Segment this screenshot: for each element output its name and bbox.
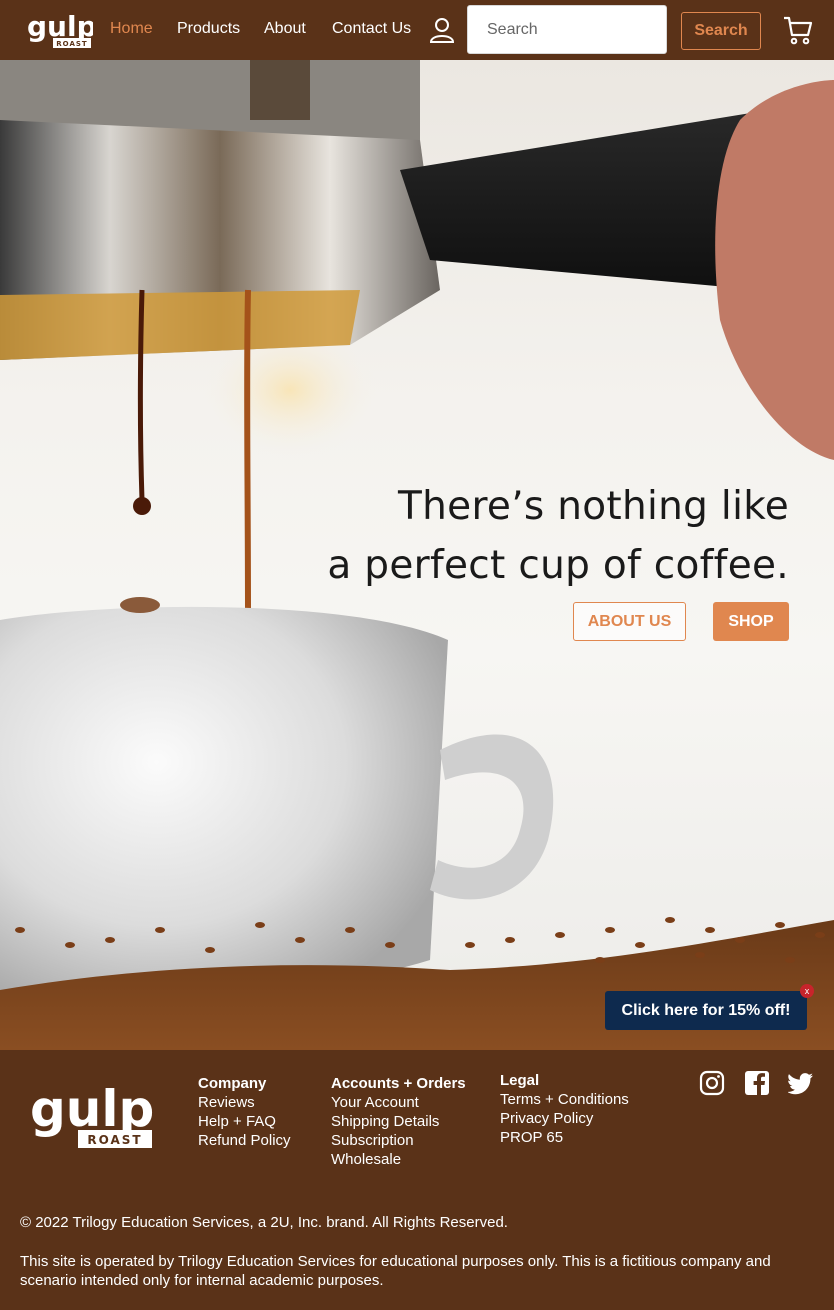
disclaimer-text: This site is operated by Trilogy Educati… [20, 1253, 771, 1289]
footer-logo-text: gulp [30, 1080, 154, 1138]
footer-link-shipping-details[interactable]: Shipping Details [331, 1112, 466, 1131]
shop-button[interactable]: SHOP [713, 602, 789, 641]
nav-link-products[interactable]: Products [177, 20, 240, 38]
site-footer: gulp ROAST Company Reviews Help + FAQ Re… [0, 1050, 834, 1310]
hero-section: There’s nothing like a perfect cup of co… [0, 60, 834, 1050]
footer-company-column: Company Reviews Help + FAQ Refund Policy [198, 1074, 291, 1150]
hero-headline-line2: a perfect cup of coffee. [327, 543, 789, 588]
footer-link-terms[interactable]: Terms + Conditions [500, 1090, 629, 1109]
nav-link-home[interactable]: Home [110, 20, 153, 38]
footer-link-help-faq[interactable]: Help + FAQ [198, 1112, 291, 1131]
footer-link-your-account[interactable]: Your Account [331, 1093, 466, 1112]
cart-icon[interactable] [782, 14, 814, 46]
about-us-button[interactable]: ABOUT US [573, 602, 686, 641]
hero-headline-line1: There’s nothing like [398, 484, 789, 529]
facebook-icon[interactable] [744, 1070, 770, 1096]
footer-legal-column: Legal Terms + Conditions Privacy Policy … [500, 1071, 629, 1147]
footer-link-reviews[interactable]: Reviews [198, 1093, 291, 1112]
instagram-icon[interactable] [699, 1070, 725, 1096]
user-icon[interactable] [430, 17, 454, 43]
footer-link-privacy-policy[interactable]: Privacy Policy [500, 1109, 629, 1128]
footer-link-refund-policy[interactable]: Refund Policy [198, 1131, 291, 1150]
copyright-text: © 2022 Trilogy Education Services, a 2U,… [20, 1214, 508, 1231]
footer-accounts-column: Accounts + Orders Your Account Shipping … [331, 1074, 466, 1169]
logo-subtext: ROAST [56, 40, 87, 48]
footer-legal-heading: Legal [500, 1072, 540, 1089]
footer-link-wholesale[interactable]: Wholesale [331, 1150, 466, 1169]
footer-logo-subtext: ROAST [87, 1133, 142, 1147]
search-input[interactable] [467, 5, 667, 54]
footer-link-prop65[interactable]: PROP 65 [500, 1128, 629, 1147]
footer-company-heading: Company [198, 1075, 267, 1092]
top-navigation: gulp ROAST Home Products About Contact U… [0, 0, 834, 60]
gulp-roast-logo[interactable]: gulp ROAST [25, 8, 93, 52]
footer-accounts-heading: Accounts + Orders [331, 1075, 466, 1092]
nav-link-contact[interactable]: Contact Us [332, 20, 411, 38]
promo-banner-button[interactable]: Click here for 15% off! [605, 991, 807, 1030]
footer-gulp-roast-logo[interactable]: gulp ROAST [28, 1076, 154, 1156]
search-button[interactable]: Search [681, 12, 761, 50]
footer-link-subscription[interactable]: Subscription [331, 1131, 466, 1150]
promo-close-button[interactable]: x [800, 984, 814, 998]
hero-headline: There’s nothing like a perfect cup of co… [327, 477, 789, 595]
nav-link-about[interactable]: About [264, 20, 306, 38]
twitter-icon[interactable] [788, 1070, 814, 1096]
